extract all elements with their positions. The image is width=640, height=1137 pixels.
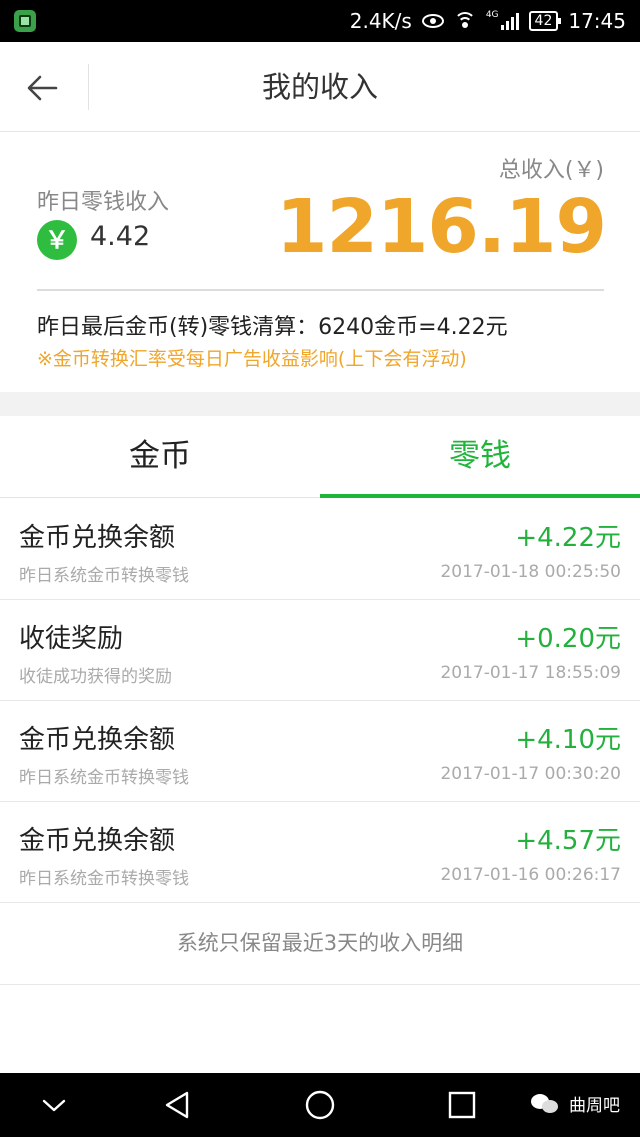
- record-time: 2017-01-18 00:25:50: [440, 562, 621, 582]
- yesterday-income-label: 昨日零钱收入: [37, 190, 170, 215]
- retention-note: 系统只保留最近3天的收入明细: [0, 903, 640, 985]
- status-indicators: 2.4K/s 4G 42 17:45: [350, 9, 626, 33]
- settlement-text: 昨日最后金币(转)零钱清算：6240金币=4.22元: [37, 315, 508, 340]
- yen-icon: ￥: [37, 220, 77, 260]
- record-amount: +4.22元: [515, 523, 621, 553]
- network-type: 4G: [485, 10, 499, 20]
- list-item[interactable]: 金币兑换余额 昨日系统金币转换零钱 +4.57元 2017-01-16 00:2…: [0, 802, 640, 903]
- eye-icon: [421, 14, 444, 28]
- wifi-icon: [453, 12, 476, 30]
- record-time: 2017-01-16 00:26:17: [440, 865, 621, 885]
- page-title: 我的收入: [261, 70, 378, 104]
- section-gap: [0, 392, 640, 416]
- summary-divider: [37, 289, 604, 291]
- record-subtitle: 收徒成功获得的奖励: [19, 667, 172, 687]
- record-time: 2017-01-17 18:55:09: [440, 663, 621, 683]
- nav-back-button[interactable]: [160, 1087, 196, 1123]
- record-subtitle: 昨日系统金币转换零钱: [19, 768, 189, 788]
- header-divider: [88, 64, 89, 110]
- app-notification-icon: [14, 10, 36, 32]
- list-item[interactable]: 金币兑换余额 昨日系统金币转换零钱 +4.10元 2017-01-17 00:3…: [0, 701, 640, 802]
- wechat-icon: [531, 1092, 561, 1116]
- nav-recent-button[interactable]: [444, 1087, 480, 1123]
- record-amount: +4.57元: [515, 826, 621, 856]
- record-subtitle: 昨日系统金币转换零钱: [19, 869, 189, 889]
- app-header: 我的收入: [0, 42, 640, 132]
- back-button[interactable]: [24, 70, 64, 106]
- list-item[interactable]: 金币兑换余额 昨日系统金币转换零钱 +4.22元 2017-01-18 00:2…: [0, 499, 640, 600]
- tab-change[interactable]: 零钱: [320, 416, 640, 498]
- status-bar: 2.4K/s 4G 42 17:45: [0, 0, 640, 42]
- yesterday-income-value: 4.42: [90, 221, 151, 252]
- square-recent-icon: [448, 1091, 476, 1119]
- record-title: 金币兑换余额: [19, 725, 176, 755]
- record-time: 2017-01-17 00:30:20: [440, 764, 621, 784]
- income-summary: 总收入(￥) 昨日零钱收入 ￥ 4.42 1216.19 昨日最后金币(转)零钱…: [0, 132, 640, 392]
- total-income-label: 总收入(￥): [498, 158, 604, 183]
- hide-nav-button[interactable]: [36, 1087, 72, 1123]
- record-amount: +4.10元: [515, 725, 621, 755]
- clock: 17:45: [568, 9, 626, 33]
- record-title: 金币兑换余额: [19, 826, 176, 856]
- settlement-note: ※金币转换汇率受每日广告收益影响(上下会有浮动): [37, 348, 467, 370]
- record-amount: +0.20元: [515, 624, 621, 654]
- battery-icon: 42: [528, 11, 562, 31]
- list-item[interactable]: 收徒奖励 收徒成功获得的奖励 +0.20元 2017-01-17 18:55:0…: [0, 600, 640, 701]
- income-record-list: 金币兑换余额 昨日系统金币转换零钱 +4.22元 2017-01-18 00:2…: [0, 499, 640, 985]
- triangle-back-icon: [165, 1091, 189, 1119]
- total-income-value: 1216.19: [275, 184, 607, 270]
- tab-bar: 金币 零钱: [0, 416, 640, 498]
- nav-home-button[interactable]: [302, 1087, 338, 1123]
- tab-coins[interactable]: 金币: [0, 416, 320, 497]
- network-speed: 2.4K/s: [349, 9, 412, 33]
- arrow-left-icon: [27, 75, 58, 101]
- signal-icon: [500, 12, 519, 30]
- circle-home-icon: [305, 1090, 335, 1120]
- chevron-down-icon: [42, 1099, 66, 1112]
- watermark: 曲周吧: [531, 1091, 620, 1116]
- system-nav-bar: 曲周吧: [0, 1073, 640, 1137]
- record-title: 金币兑换余额: [19, 523, 176, 553]
- watermark-text: 曲周吧: [569, 1096, 620, 1116]
- record-subtitle: 昨日系统金币转换零钱: [19, 566, 189, 586]
- record-title: 收徒奖励: [19, 624, 124, 654]
